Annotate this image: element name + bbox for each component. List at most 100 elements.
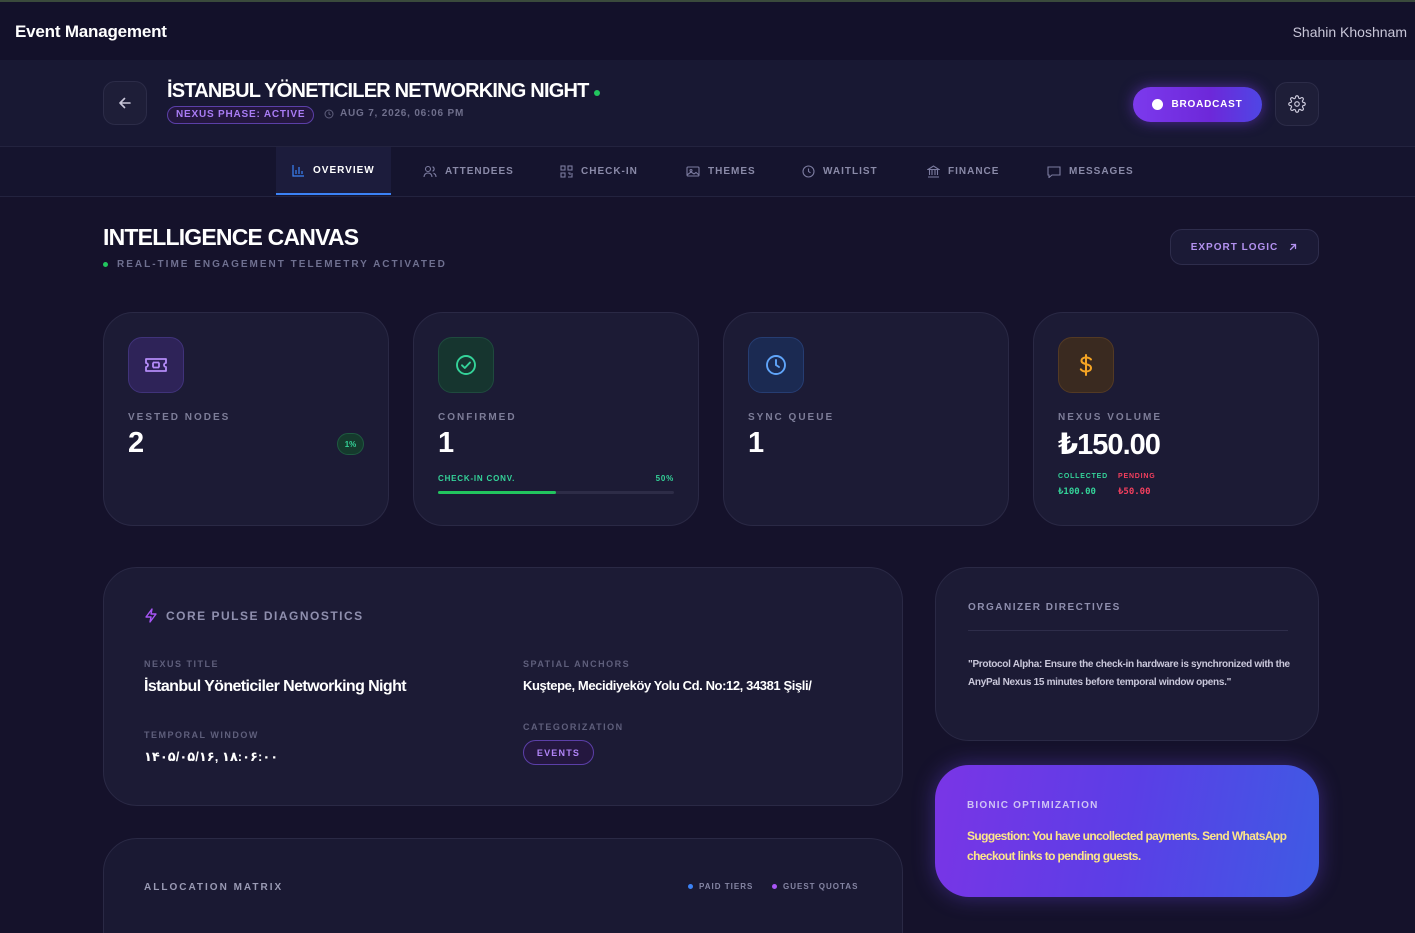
- divider: [968, 630, 1288, 631]
- dollar-icon: [1079, 354, 1093, 376]
- status-dot: [103, 262, 108, 267]
- image-icon: [686, 165, 700, 177]
- gear-icon: [1288, 95, 1306, 113]
- category-badge: EVENTS: [523, 740, 594, 765]
- check-icon-box: [438, 337, 494, 393]
- organizer-directives-panel: ORGANIZER DIRECTIVES "Protocol Alpha: En…: [935, 567, 1319, 741]
- tab-label: ATTENDEES: [445, 165, 514, 177]
- message-icon: [1047, 165, 1061, 178]
- page-subtitle: REAL-TIME ENGAGEMENT TELEMETRY ACTIVATED: [103, 259, 447, 270]
- bionic-optimization-panel[interactable]: BIONIC OPTIMIZATION Suggestion: You have…: [935, 765, 1319, 897]
- stat-label: VESTED NODES: [128, 412, 231, 423]
- export-logic-button[interactable]: EXPORT LOGIC: [1170, 229, 1319, 265]
- tab-label: THEMES: [708, 165, 756, 177]
- qr-code-icon: [560, 164, 573, 178]
- check-circle-icon: [456, 355, 476, 375]
- stat-label: CONFIRMED: [438, 412, 517, 423]
- stat-value: ₺150.00: [1058, 429, 1161, 461]
- event-date-text: AUG 7, 2026, 06:06 PM: [340, 108, 465, 119]
- tab-check-in[interactable]: CHECK-IN: [544, 147, 654, 195]
- percent-badge: 1%: [337, 433, 364, 455]
- ticket-icon: [145, 358, 167, 372]
- nexus-title-label: NEXUS TITLE: [144, 659, 220, 669]
- stat-value: 1: [748, 427, 764, 459]
- stat-value: 1: [438, 427, 454, 459]
- conversion-percent: 50%: [655, 474, 674, 483]
- conversion-progress-fill: [438, 491, 556, 494]
- tab-attendees[interactable]: ATTENDEES: [407, 147, 530, 195]
- tab-themes[interactable]: THEMES: [670, 147, 772, 195]
- conversion-progress-bar: [438, 491, 674, 494]
- legend-label: GUEST QUOTAS: [783, 882, 859, 891]
- panel-title: ORGANIZER DIRECTIVES: [968, 602, 1121, 613]
- dollar-icon-box: [1058, 337, 1114, 393]
- pending-label: PENDING: [1118, 473, 1156, 480]
- stat-value: 2: [128, 427, 144, 459]
- stat-card-nexus-volume: NEXUS VOLUME ₺150.00 COLLECTED PENDING ₺…: [1033, 312, 1319, 526]
- back-button[interactable]: [103, 81, 147, 125]
- stat-card-sync-queue: SYNC QUEUE 1: [723, 312, 1009, 526]
- broadcast-button[interactable]: BROADCAST: [1133, 87, 1262, 122]
- temporal-window-label: TEMPORAL WINDOW: [144, 730, 259, 740]
- users-icon: [423, 165, 437, 177]
- allocation-matrix-panel: ALLOCATION MATRIX PAID TIERS GUEST QUOTA…: [103, 838, 903, 933]
- clock-icon-box: [748, 337, 804, 393]
- stat-label: NEXUS VOLUME: [1058, 412, 1163, 423]
- nexus-title-value: İstanbul Yöneticiler Networking Night: [144, 678, 407, 695]
- collected-value: ₺100.00: [1058, 487, 1096, 497]
- tab-waitlist[interactable]: WAITLIST: [786, 147, 894, 195]
- bar-chart-icon: [292, 164, 304, 177]
- tab-label: CHECK-IN: [581, 165, 638, 177]
- export-label: EXPORT LOGIC: [1190, 241, 1279, 253]
- event-header: İSTANBUL YÖNETICILER NETWORKING NIGHT NE…: [0, 60, 1415, 147]
- legend-label: PAID TIERS: [699, 882, 754, 891]
- stat-card-confirmed: CONFIRMED 1 CHECK-IN CONV. 50%: [413, 312, 699, 526]
- panel-title: CORE PULSE DIAGNOSTICS: [144, 608, 364, 623]
- tab-finance[interactable]: FINANCE: [911, 147, 1015, 195]
- settings-button[interactable]: [1275, 82, 1319, 126]
- tab-messages[interactable]: MESSAGES: [1031, 147, 1150, 195]
- clock-icon: [766, 355, 786, 375]
- phase-badge: NEXUS PHASE: ACTIVE: [167, 106, 315, 124]
- event-date: AUG 7, 2026, 06:06 PM: [324, 108, 464, 119]
- stat-label: SYNC QUEUE: [748, 412, 835, 423]
- page-subtitle-text: REAL-TIME ENGAGEMENT TELEMETRY ACTIVATED: [117, 259, 447, 270]
- conversion-row: CHECK-IN CONV. 50%: [438, 474, 674, 483]
- bank-icon: [927, 164, 940, 178]
- temporal-window-value: ۱۴۰۵/۰۵/۱۶, ۱۸:۰۶:۰۰: [144, 749, 279, 764]
- spatial-anchors-value: Kuştepe, Mecidiyeköy Yolu Cd. No:12, 343…: [523, 678, 812, 693]
- pending-value: ₺50.00: [1118, 487, 1151, 497]
- tab-label: OVERVIEW: [313, 164, 375, 176]
- event-title: İSTANBUL YÖNETICILER NETWORKING NIGHT: [167, 80, 589, 102]
- legend-guest-quotas: GUEST QUOTAS: [772, 882, 858, 891]
- panel-title: BIONIC OPTIMIZATION: [967, 800, 1099, 811]
- arrow-left-icon: [119, 97, 131, 109]
- spatial-anchors-label: SPATIAL ANCHORS: [523, 659, 631, 669]
- user-name[interactable]: Shahin Khoshnam: [1293, 24, 1407, 40]
- broadcast-dot-icon: [1152, 99, 1164, 110]
- collected-label: COLLECTED: [1058, 473, 1108, 480]
- page-title: INTELLIGENCE CANVAS: [103, 224, 359, 250]
- core-pulse-diagnostics-panel: CORE PULSE DIAGNOSTICS NEXUS TITLE İstan…: [103, 567, 903, 806]
- tab-overview[interactable]: OVERVIEW: [276, 147, 391, 195]
- conversion-label: CHECK-IN CONV.: [438, 474, 516, 483]
- panel-title: ALLOCATION MATRIX: [144, 882, 284, 893]
- clock-icon: [802, 164, 815, 178]
- live-status-dot: [594, 90, 600, 96]
- legend-paid-tiers: PAID TIERS: [688, 882, 753, 891]
- app-title: Event Management: [15, 22, 167, 41]
- legend-swatch: [688, 884, 693, 889]
- directive-text: "Protocol Alpha: Ensure the check-in har…: [968, 659, 1290, 688]
- lightning-icon: [145, 608, 157, 623]
- stat-card-vested-nodes: VESTED NODES 2 1%: [103, 312, 389, 526]
- panel-title-text: CORE PULSE DIAGNOSTICS: [166, 608, 364, 623]
- tab-label: MESSAGES: [1069, 165, 1134, 177]
- tab-bar: OVERVIEW ATTENDEES CHECK-IN THEMES WAITL…: [0, 147, 1415, 197]
- tab-label: FINANCE: [948, 165, 1000, 177]
- categorization-label: CATEGORIZATION: [523, 722, 624, 732]
- app-bar: Event Management Shahin Khoshnam: [0, 2, 1415, 60]
- legend-swatch: [772, 884, 777, 889]
- clock-icon: [324, 109, 334, 118]
- ticket-icon-box: [128, 337, 184, 393]
- tab-label: WAITLIST: [823, 165, 878, 177]
